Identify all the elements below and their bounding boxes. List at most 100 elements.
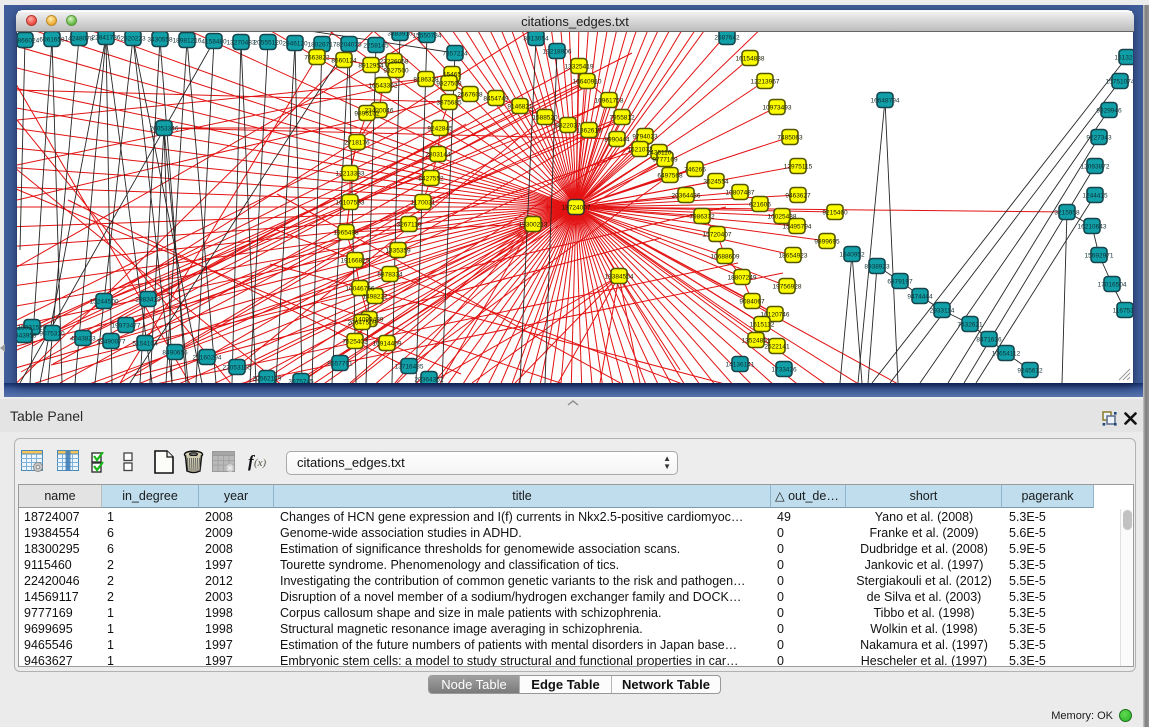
svg-text:9896102: 9896102 [354, 111, 380, 118]
svg-text:2687642: 2687642 [714, 35, 740, 42]
svg-text:9657791: 9657791 [327, 361, 353, 368]
svg-text:12093872: 12093872 [1081, 164, 1110, 171]
svg-text:7663822: 7663822 [304, 55, 330, 62]
svg-text:18654923: 18654923 [779, 253, 808, 260]
svg-text:19166825: 19166825 [341, 258, 370, 265]
svg-text:1335359: 1335359 [385, 248, 411, 255]
svg-text:2435110: 2435110 [647, 150, 672, 157]
svg-text:2718176: 2718176 [344, 140, 370, 147]
svg-text:12975115: 12975115 [784, 164, 813, 171]
svg-text:1733426: 1733426 [771, 367, 797, 374]
svg-text:20647509: 20647509 [348, 320, 377, 327]
svg-text:10107553: 10107553 [336, 200, 365, 207]
svg-text:16154838: 16154838 [736, 56, 765, 63]
svg-text:9084067: 9084067 [739, 299, 765, 306]
svg-text:9329946: 9329946 [1096, 108, 1122, 115]
svg-text:3430558: 3430558 [147, 37, 173, 44]
svg-text:20555120: 20555120 [254, 40, 283, 47]
svg-text:3883910: 3883910 [387, 32, 413, 38]
svg-text:16648794: 16648794 [871, 98, 900, 105]
svg-text:1615112: 1615112 [750, 322, 775, 329]
svg-text:6879197: 6879197 [887, 279, 913, 286]
svg-text:9146821: 9146821 [507, 104, 533, 111]
svg-text:6061658: 6061658 [39, 37, 65, 44]
svg-text:8427552: 8427552 [418, 176, 444, 183]
svg-text:8938923: 8938923 [864, 264, 890, 271]
svg-text:3343959: 3343959 [17, 333, 37, 340]
svg-text:23226058: 23226058 [380, 59, 409, 66]
svg-text:3624554: 3624554 [703, 179, 729, 186]
svg-text:22160294: 22160294 [193, 355, 222, 362]
svg-text:8454749: 8454749 [483, 96, 509, 103]
svg-text:1965498: 1965498 [333, 230, 359, 237]
svg-text:22053165: 22053165 [223, 365, 252, 372]
svg-text:14248078: 14248078 [65, 36, 94, 43]
svg-text:7986372: 7986372 [689, 214, 715, 221]
svg-text:1513258: 1513258 [1114, 55, 1133, 62]
svg-text:20364361: 20364361 [415, 377, 444, 384]
svg-text:2933114: 2933114 [930, 308, 955, 315]
svg-text:10654112: 10654112 [992, 351, 1021, 358]
svg-text:1362615: 1362615 [576, 128, 602, 135]
svg-text:19218906: 19218906 [543, 49, 572, 56]
svg-text:13270483: 13270483 [227, 40, 256, 47]
svg-text:9794023: 9794023 [632, 134, 658, 141]
svg-text:2803144: 2803144 [425, 152, 451, 159]
svg-text:7632621: 7632621 [957, 322, 983, 329]
svg-text:19384554: 19384554 [605, 274, 634, 281]
svg-text:746266: 746266 [684, 167, 706, 174]
svg-text:18724007: 18724007 [562, 205, 591, 212]
svg-text:20364436: 20364436 [672, 193, 701, 200]
svg-text:22841736: 22841736 [92, 35, 121, 42]
svg-text:10807487: 10807487 [726, 190, 755, 197]
svg-text:5878334: 5878334 [377, 272, 403, 279]
svg-text:2258145: 2258145 [363, 43, 389, 50]
svg-text:9463627: 9463627 [785, 193, 811, 200]
svg-text:1588520: 1588520 [532, 115, 558, 122]
svg-text:10688609: 10688609 [711, 254, 740, 261]
svg-text:8186328: 8186328 [413, 77, 439, 84]
svg-text:9215460: 9215460 [822, 210, 848, 217]
svg-text:13716485: 13716485 [395, 364, 424, 371]
svg-text:2620223: 2620223 [120, 36, 146, 43]
svg-text:14136141: 14136141 [726, 362, 755, 369]
svg-text:2946120: 2946120 [282, 41, 308, 48]
svg-text:8204075: 8204075 [336, 42, 362, 49]
svg-text:7955812: 7955812 [609, 115, 635, 122]
svg-text:6497568: 6497568 [657, 173, 683, 180]
svg-text:9327500: 9327500 [383, 68, 409, 75]
svg-text:10973493: 10973493 [763, 105, 792, 112]
svg-text:9075310: 9075310 [39, 331, 65, 338]
svg-text:1167533: 1167533 [1113, 308, 1133, 315]
svg-text:19756928: 19756928 [773, 284, 802, 291]
svg-text:8813054: 8813054 [523, 36, 549, 43]
svg-text:8990444: 8990444 [604, 137, 630, 144]
svg-text:19973477: 19973477 [112, 323, 141, 330]
svg-text:9227343: 9227343 [1086, 135, 1112, 142]
svg-text:15465: 15465 [443, 72, 461, 79]
svg-text:1170031: 1170031 [411, 200, 436, 207]
svg-text:18807249: 18807249 [728, 275, 757, 282]
svg-text:12213967: 12213967 [751, 79, 780, 86]
svg-text:7485063: 7485063 [777, 135, 803, 142]
svg-text:15550734: 15550734 [413, 33, 442, 40]
svg-text:11866024: 11866024 [17, 38, 40, 45]
svg-text:9474444: 9474444 [907, 294, 933, 301]
svg-text:15495794: 15495794 [783, 224, 812, 231]
svg-text:3075745: 3075745 [288, 379, 314, 384]
svg-text:3267110: 3267110 [397, 222, 422, 229]
svg-text:10025438: 10025438 [768, 214, 797, 221]
svg-text:3215958: 3215958 [1054, 210, 1080, 217]
svg-text:16961758: 16961758 [595, 98, 624, 105]
svg-text:26053346: 26053346 [150, 126, 179, 133]
svg-text:1640952: 1640952 [839, 252, 865, 259]
svg-text:4043823: 4043823 [70, 336, 96, 343]
svg-text:10046766: 10046766 [346, 286, 375, 293]
svg-text:9777169: 9777169 [652, 157, 678, 164]
svg-text:1244415: 1244415 [1082, 193, 1108, 200]
svg-text:4158480: 4158480 [201, 39, 227, 46]
svg-text:15692971: 15692971 [1085, 253, 1114, 260]
svg-text:7625402: 7625402 [342, 339, 368, 346]
svg-text:8471636: 8471636 [976, 337, 1002, 344]
svg-text:18026717: 18026717 [308, 42, 337, 49]
